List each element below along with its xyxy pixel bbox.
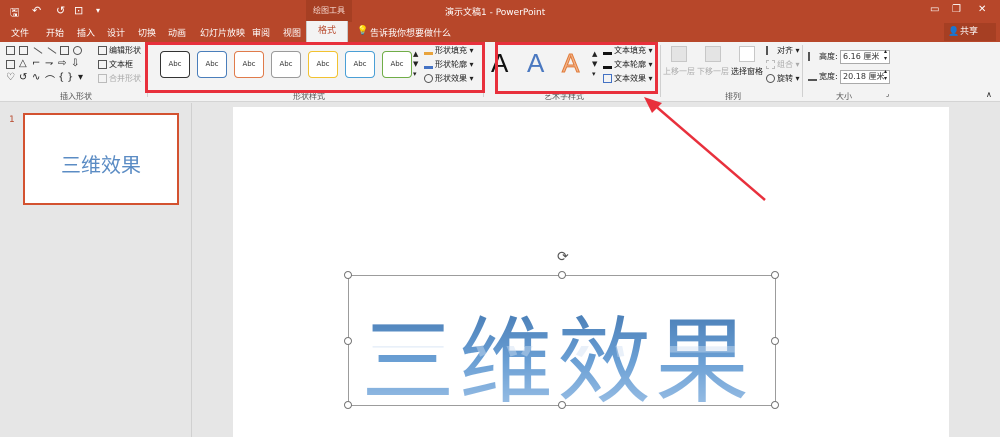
annotation-arrow: [644, 97, 766, 201]
elbow-connector-icon[interactable]: ⌐: [32, 58, 40, 69]
ribbon: △ ⌐ ⇁ ⇨ ⇩ ♡ ↺ ∿ ⌒ { } ▾ 编辑形状 文本框 合并形状 插入…: [0, 42, 1000, 102]
edit-shape-button[interactable]: 编辑形状: [98, 45, 141, 56]
width-input[interactable]: 20.18 厘米: [840, 70, 890, 84]
bring-forward-button[interactable]: 上移一层: [663, 66, 695, 77]
selection-pane-button[interactable]: 选择窗格: [731, 66, 763, 77]
tab-design[interactable]: 设计: [107, 26, 125, 39]
height-label: 高度:: [808, 51, 838, 62]
tell-me-input[interactable]: 告诉我你想要做什么: [370, 26, 451, 39]
bracket-shape-icon[interactable]: ⌒: [45, 72, 55, 87]
width-spinner[interactable]: ▴ ▾: [884, 68, 887, 82]
right-arrow-shape-icon[interactable]: ⇨: [58, 58, 66, 69]
height-input[interactable]: 6.16 厘米: [840, 50, 890, 64]
rectangle-shape-icon[interactable]: [60, 46, 69, 55]
restore-icon[interactable]: ❐: [952, 4, 961, 15]
collapse-ribbon-icon[interactable]: ∧: [986, 90, 992, 99]
down-arrow-shape-icon[interactable]: ⇩: [71, 58, 79, 69]
edit-shape-icon: [98, 46, 107, 55]
line-shape-icon[interactable]: [33, 47, 43, 54]
rotate-icon: [766, 74, 775, 83]
ribbon-tabs: 文件 开始 插入 设计 切换 动画 幻灯片放映 审阅 视图 💡 告诉我你想要做什…: [0, 22, 1000, 42]
triangle-shape-icon[interactable]: △: [19, 58, 27, 69]
group-button[interactable]: 组合 ▾: [766, 59, 800, 70]
height-icon: [808, 52, 817, 61]
freeform-shape-icon[interactable]: ↺: [19, 72, 27, 83]
more-shapes-icon[interactable]: ▾: [78, 72, 83, 83]
arrow-line-shape-icon[interactable]: [47, 47, 57, 54]
highlight-box-shape-styles: [145, 42, 485, 93]
customize-qa-icon[interactable]: ▾: [96, 6, 100, 15]
share-button[interactable]: 👤 共享: [944, 23, 996, 41]
resize-handle-e[interactable]: [771, 337, 779, 345]
group-icon: [766, 60, 775, 69]
resize-handle-se[interactable]: [771, 401, 779, 409]
person-icon: 👤: [948, 27, 960, 37]
text-box-icon: [98, 60, 107, 69]
tab-animations[interactable]: 动画: [168, 26, 186, 39]
tab-view[interactable]: 视图: [283, 26, 301, 39]
elbow-arrow-icon[interactable]: ⇁: [45, 58, 53, 69]
slide-number: 1: [9, 115, 15, 125]
tab-format[interactable]: 格式: [306, 21, 348, 42]
send-backward-icon: [705, 46, 721, 62]
tab-insert[interactable]: 插入: [77, 26, 95, 39]
merge-shapes-icon: [98, 74, 107, 83]
selection-pane-icon: [739, 46, 755, 62]
text-box-button[interactable]: 文本框: [98, 59, 133, 70]
align-icon: [766, 46, 775, 55]
slide-thumbnail[interactable]: 三维效果: [23, 113, 179, 205]
tab-review[interactable]: 审阅: [252, 26, 270, 39]
ribbon-display-icon[interactable]: ▭: [930, 4, 939, 15]
rounded-rect-shape-icon[interactable]: [6, 60, 15, 69]
group-label-insert-shapes: 插入形状: [60, 92, 92, 101]
resize-handle-n[interactable]: [558, 271, 566, 279]
right-brace-shape-icon[interactable]: }: [67, 72, 73, 83]
save-icon[interactable]: 🖫: [10, 4, 19, 23]
wordart-textbox[interactable]: 三维效果 三维效果: [344, 271, 779, 417]
highlight-box-wordart-styles: [495, 42, 658, 94]
rotate-button[interactable]: 旋转 ▾: [766, 73, 800, 84]
size-dialog-launcher-icon[interactable]: ⌟: [886, 90, 889, 98]
present-icon[interactable]: ⊡: [74, 4, 83, 17]
send-backward-button[interactable]: 下移一层: [697, 66, 729, 77]
tab-transitions[interactable]: 切换: [138, 26, 156, 39]
tab-file[interactable]: 文件: [11, 26, 29, 39]
resize-handle-nw[interactable]: [344, 271, 352, 279]
tab-slideshow[interactable]: 幻灯片放映: [200, 26, 245, 39]
drawing-tools-context: 绘图工具: [306, 0, 352, 22]
width-label: 宽度:: [808, 71, 838, 82]
resize-handle-s[interactable]: [558, 401, 566, 409]
wordart-reflection: 三维效果: [361, 346, 753, 386]
window-title: 演示文稿1 - PowerPoint: [445, 8, 546, 18]
resize-handle-w[interactable]: [344, 337, 352, 345]
bring-forward-icon: [671, 46, 687, 62]
group-label-size: 大小: [836, 92, 852, 101]
align-button[interactable]: 对齐 ▾: [766, 45, 800, 56]
oval-shape-icon[interactable]: [73, 46, 82, 55]
tell-me-icon[interactable]: 💡: [357, 26, 368, 36]
close-icon[interactable]: ✕: [978, 4, 986, 15]
width-icon: [808, 72, 817, 81]
left-brace-shape-icon[interactable]: {: [58, 72, 64, 83]
resize-handle-ne[interactable]: [771, 271, 779, 279]
merge-shapes-button[interactable]: 合并形状: [98, 73, 141, 84]
textbox-shape-icon[interactable]: [6, 46, 15, 55]
rotate-handle-icon[interactable]: ⟳: [557, 249, 569, 265]
heart-shape-icon[interactable]: ♡: [6, 72, 15, 83]
curve-shape-icon[interactable]: ∿: [32, 72, 40, 83]
height-spinner[interactable]: ▴ ▾: [884, 48, 887, 62]
title-bar: 🖫 ↶ ↺ ⊡ ▾ 绘图工具 演示文稿1 - PowerPoint ▭ ❐ ✕: [0, 0, 1000, 22]
vertical-textbox-shape-icon[interactable]: [19, 46, 28, 55]
tab-home[interactable]: 开始: [46, 26, 64, 39]
divider: [660, 45, 661, 97]
slide-thumbnails-pane: 1 三维效果: [0, 103, 192, 437]
undo-icon[interactable]: ↶: [32, 4, 41, 17]
slide-thumbnail-text: 三维效果: [61, 153, 141, 177]
redo-icon[interactable]: ↺: [56, 4, 65, 17]
divider: [802, 45, 803, 97]
resize-handle-sw[interactable]: [344, 401, 352, 409]
